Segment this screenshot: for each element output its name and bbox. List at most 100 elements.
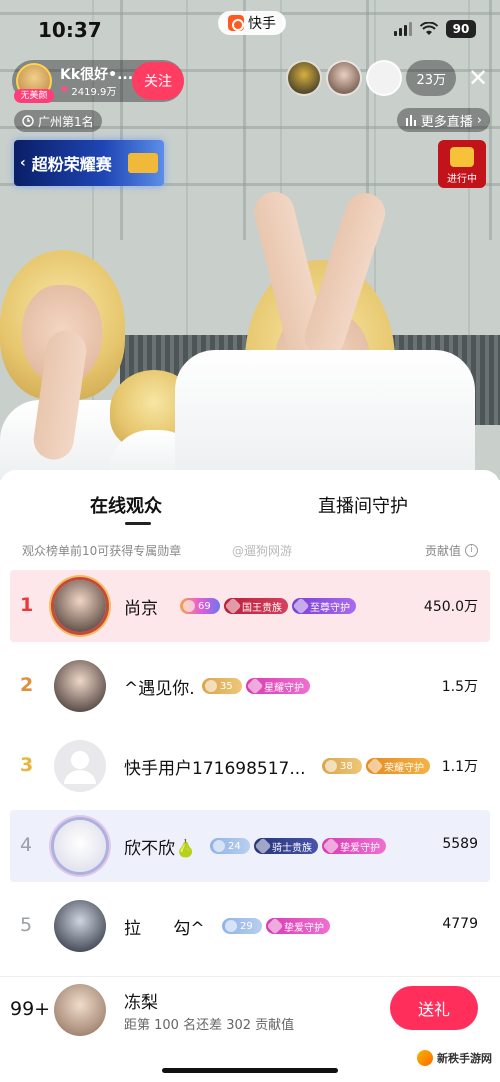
more-live-label: 更多直播 [420, 114, 473, 130]
sheet-tabs: 在线观众 直播间守护 [0, 492, 500, 532]
avatar[interactable] [54, 900, 106, 952]
rank-number: 5 [20, 914, 33, 936]
user-name: 欣不欣🍐 [124, 839, 197, 859]
cellular-signal-icon [394, 22, 412, 36]
my-gap-text: 距第 100 名还差 302 贡献值 [124, 1018, 295, 1033]
tab-room-guardians[interactable]: 直播间守护 [318, 492, 408, 518]
guardian-badge: 荣耀守护 [366, 758, 430, 774]
avatar-tag: 无美颜 [14, 89, 54, 103]
status-bar: 10:37 快手 90 [0, 0, 500, 58]
clock: 10:37 [38, 18, 102, 42]
home-indicator[interactable] [162, 1068, 338, 1073]
level-badge: 35 [202, 678, 242, 694]
list-item[interactable]: 5 拉 勾^ 29 挚爱守护 4779 [10, 890, 490, 962]
user-name: 拉 勾^ [124, 919, 205, 939]
top-viewers: 23万 ✕ [286, 60, 490, 96]
likes-count: ❤ 2419.9万 [60, 83, 116, 98]
list-item[interactable]: 2 ^遇见你. 35 星耀守护 1.5万 [10, 650, 490, 722]
event-banner-text: 超粉荣耀赛 [31, 155, 112, 174]
info-text: 观众榜单前10可获得专属勋章 [22, 544, 182, 558]
user-name: 快手用户171698517... [124, 759, 306, 779]
contribution-score: 1.5万 [441, 679, 478, 695]
badge-group: 29 挚爱守护 [222, 918, 330, 934]
site-logo-icon [417, 1050, 433, 1066]
my-rank: 99+ [10, 998, 51, 1020]
wifi-icon [420, 22, 438, 35]
watermark-text: @遛狗网游 [232, 544, 293, 558]
viewer-avatar[interactable] [286, 60, 323, 96]
avatar[interactable] [54, 740, 106, 792]
info-icon[interactable]: i [465, 544, 478, 557]
close-icon[interactable]: ✕ [466, 66, 490, 90]
rank-number: 2 [20, 674, 34, 696]
audience-sheet: 在线观众 直播间守护 观众榜单前10可获得专属勋章 @遛狗网游 贡献值 i 1 … [0, 470, 500, 1082]
clock-icon [22, 115, 34, 127]
guardian-badge: 挚爱守护 [322, 838, 386, 854]
viewer-count[interactable]: 23万 [406, 60, 456, 96]
site-logo-text: 新秩手游网 [437, 1052, 492, 1065]
guardian-badge: 至尊守护 [292, 598, 356, 614]
event-badge-icon [128, 153, 158, 173]
list-item[interactable]: 3 快手用户171698517... 38 荣耀守护 1.1万 [10, 730, 490, 802]
level-badge: 69 [180, 598, 220, 614]
guardian-badge: 挚爱守护 [266, 918, 330, 934]
system-icons: 90 [394, 20, 476, 38]
tab-underline [125, 522, 151, 525]
likes-value: 2419.9万 [71, 87, 117, 98]
rank-number: 3 [20, 754, 34, 776]
default-avatar-icon [64, 751, 96, 784]
bars-icon [405, 115, 416, 126]
contribution-score: 450.0万 [423, 599, 478, 615]
live-activity-box[interactable]: 进行中 [438, 140, 486, 188]
site-logo: 新秩手游网 [417, 1050, 492, 1066]
info-row: 观众榜单前10可获得专属勋章 @遛狗网游 贡献值 i [22, 542, 478, 562]
chevron-left-icon: ‹ [20, 155, 26, 171]
divider [0, 976, 500, 977]
contribution-score: 1.1万 [441, 759, 478, 775]
rank-number: 4 [20, 834, 33, 856]
battery-icon: 90 [446, 20, 476, 38]
chevron-right-icon: › [476, 112, 482, 128]
avatar[interactable] [54, 660, 106, 712]
tab-online-audience[interactable]: 在线观众 [90, 492, 162, 518]
activity-icon [450, 147, 474, 167]
badge-group: 24 骑士贵族 挚爱守护 [210, 838, 386, 854]
avatar[interactable] [54, 820, 106, 872]
level-badge: 24 [210, 838, 250, 854]
level-badge: 38 [322, 758, 362, 774]
send-gift-button[interactable]: 送礼 [390, 986, 478, 1030]
heart-icon: ❤ [60, 85, 69, 96]
badge-group: 69 国王贵族 至尊守护 [180, 598, 356, 614]
follow-button[interactable]: 关注 [132, 62, 184, 100]
kuaishou-logo-icon [228, 15, 244, 31]
level-badge: 29 [222, 918, 262, 934]
my-avatar[interactable] [54, 984, 106, 1036]
rank-number: 1 [20, 594, 34, 616]
app-name: 快手 [248, 16, 276, 32]
viewer-avatar[interactable] [366, 60, 403, 96]
contribution-score: 5589 [442, 836, 478, 852]
user-name: ^遇见你. [124, 679, 195, 699]
avatar[interactable] [54, 580, 106, 632]
city-rank-badge[interactable]: 广州第1名 [14, 110, 102, 132]
badge-group: 38 荣耀守护 [322, 758, 430, 774]
noble-badge: 骑士贵族 [254, 838, 318, 854]
app-indicator[interactable]: 快手 [218, 11, 286, 35]
streamer-right-person [175, 187, 475, 480]
my-name: 冻梨 [124, 993, 158, 1013]
list-item[interactable]: 1 尚京 69 国王贵族 至尊守护 450.0万 [10, 570, 490, 642]
list-item[interactable]: 4 欣不欣🍐 24 骑士贵族 挚爱守护 5589 [10, 810, 490, 882]
contribution-score: 4779 [442, 916, 478, 932]
contribution-header[interactable]: 贡献值 i [425, 542, 478, 559]
user-name: 尚京 [124, 599, 158, 619]
badge-group: 35 星耀守护 [202, 678, 310, 694]
event-banner[interactable]: ‹ 超粉荣耀赛 [14, 140, 164, 186]
guardian-badge: 星耀守护 [246, 678, 310, 694]
my-rank-row: 99+ 冻梨 距第 100 名还差 302 贡献值 送礼 [0, 978, 500, 1058]
noble-badge: 国王贵族 [224, 598, 288, 614]
streamer-name: Kk很好•... [60, 67, 134, 83]
viewer-avatar[interactable] [326, 60, 363, 96]
city-rank-text: 广州第1名 [38, 114, 94, 129]
more-live-button[interactable]: 更多直播 › [396, 108, 490, 132]
contribution-label: 贡献值 [424, 544, 461, 558]
